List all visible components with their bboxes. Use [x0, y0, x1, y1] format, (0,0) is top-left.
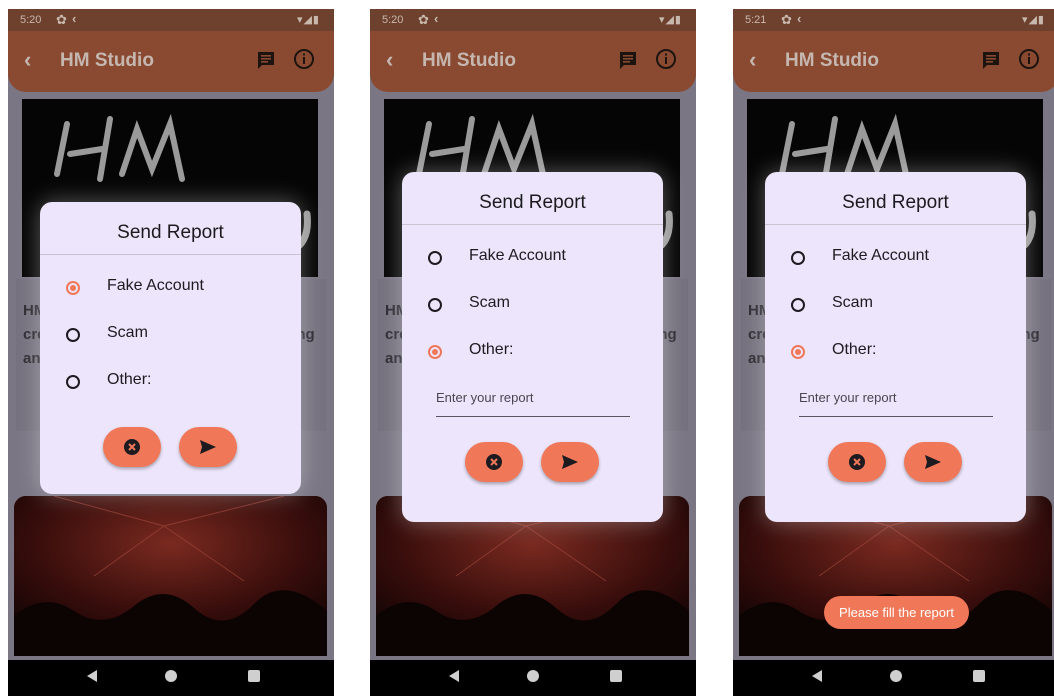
report-dialog: Send Report Fake Account Scam Other: [402, 172, 663, 522]
option-label: Fake Account [832, 247, 929, 264]
radio-unselected[interactable] [66, 375, 80, 389]
page-title: HM Studio [60, 50, 154, 71]
status-time: 5:21 [745, 14, 767, 26]
nav-recents-icon[interactable] [248, 670, 260, 682]
close-circle-icon [486, 454, 502, 470]
option-label: Scam [107, 324, 148, 341]
option-other[interactable]: Other: [66, 370, 286, 398]
option-label: Fake Account [469, 247, 566, 264]
nav-home-icon[interactable] [165, 670, 177, 682]
option-label: Other: [832, 341, 877, 358]
option-label: Fake Account [107, 277, 204, 294]
option-other[interactable]: Other: [791, 340, 1011, 368]
option-fake-account[interactable]: Fake Account [428, 246, 648, 274]
system-nav-bar [370, 660, 696, 696]
back-arrow-icon[interactable]: ‹ [749, 47, 756, 73]
send-button[interactable] [541, 442, 599, 482]
signal-battery-icon: ▾◢▮ [658, 14, 682, 26]
flutter-icon: ‹ [434, 11, 439, 26]
nav-home-icon[interactable] [890, 670, 902, 682]
settings-icon: ✿ [781, 12, 792, 27]
chat-icon[interactable] [618, 50, 638, 70]
option-scam[interactable]: Scam [428, 293, 648, 321]
nav-back-icon[interactable] [812, 670, 822, 682]
phone-screen-1: 5:20 ✿ ‹ ▾◢▮ ‹ HM Studio HM Studio is an… [8, 9, 334, 696]
status-time: 5:20 [382, 14, 404, 26]
option-fake-account[interactable]: Fake Account [791, 246, 1011, 274]
back-arrow-icon[interactable]: ‹ [24, 47, 31, 73]
radio-unselected[interactable] [791, 298, 805, 312]
report-dialog: Send Report Fake Account Scam Other: [765, 172, 1026, 522]
radio-unselected[interactable] [428, 251, 442, 265]
option-scam[interactable]: Scam [791, 293, 1011, 321]
status-bar: 5:20 ✿ ‹ ▾◢▮ [8, 9, 334, 31]
radio-unselected[interactable] [428, 298, 442, 312]
app-bar: ‹ HM Studio [370, 31, 696, 92]
info-icon[interactable] [1018, 48, 1040, 70]
report-text-field[interactable] [799, 388, 993, 417]
dialog-divider [40, 254, 301, 255]
report-dialog: Send Report Fake Account Scam Other: [40, 202, 301, 494]
concert-image [14, 496, 327, 656]
signal-battery-icon: ▾◢▮ [296, 14, 320, 26]
nav-recents-icon[interactable] [610, 670, 622, 682]
info-icon[interactable] [655, 48, 677, 70]
option-scam[interactable]: Scam [66, 323, 286, 351]
cancel-button[interactable] [103, 427, 161, 467]
send-button[interactable] [179, 427, 237, 467]
status-bar: 5:20 ✿ ‹ ▾◢▮ [370, 9, 696, 31]
dialog-divider [402, 224, 663, 225]
send-icon [925, 455, 941, 469]
send-button[interactable] [904, 442, 962, 482]
cancel-button[interactable] [828, 442, 886, 482]
app-bar: ‹ HM Studio [733, 31, 1054, 92]
back-arrow-icon[interactable]: ‹ [386, 47, 393, 73]
option-label: Scam [832, 294, 873, 311]
info-icon[interactable] [293, 48, 315, 70]
settings-icon: ✿ [56, 12, 67, 27]
system-nav-bar [733, 660, 1054, 696]
nav-back-icon[interactable] [87, 670, 97, 682]
option-label: Other: [107, 371, 152, 388]
option-label: Scam [469, 294, 510, 311]
phone-screen-3: 5:21 ✿ ‹ ▾◢▮ ‹ HM Studio HM Studio is an… [733, 9, 1054, 696]
flutter-icon: ‹ [797, 11, 802, 26]
nav-back-icon[interactable] [449, 670, 459, 682]
radio-selected[interactable] [791, 345, 805, 359]
chat-icon[interactable] [981, 50, 1001, 70]
signal-battery-icon: ▾◢▮ [1021, 14, 1045, 26]
report-input[interactable] [799, 390, 989, 405]
phone-screen-2: 5:20 ✿ ‹ ▾◢▮ ‹ HM Studio HM Studio is an… [370, 9, 696, 696]
status-bar: 5:21 ✿ ‹ ▾◢▮ [733, 9, 1054, 31]
close-circle-icon [849, 454, 865, 470]
app-bar: ‹ HM Studio [8, 31, 334, 92]
close-circle-icon [124, 439, 140, 455]
status-time: 5:20 [20, 14, 42, 26]
system-nav-bar [8, 660, 334, 696]
option-other[interactable]: Other: [428, 340, 648, 368]
option-fake-account[interactable]: Fake Account [66, 276, 286, 304]
option-label: Other: [469, 341, 514, 358]
nav-home-icon[interactable] [527, 670, 539, 682]
page-title: HM Studio [422, 50, 516, 71]
chat-icon[interactable] [256, 50, 276, 70]
cancel-button[interactable] [465, 442, 523, 482]
report-text-field[interactable] [436, 388, 630, 417]
send-icon [562, 455, 578, 469]
dialog-divider [765, 224, 1026, 225]
settings-icon: ✿ [418, 12, 429, 27]
radio-unselected[interactable] [791, 251, 805, 265]
radio-unselected[interactable] [66, 328, 80, 342]
radio-selected[interactable] [428, 345, 442, 359]
dialog-title: Send Report [479, 192, 586, 213]
dialog-title: Send Report [842, 192, 949, 213]
radio-selected[interactable] [66, 281, 80, 295]
nav-recents-icon[interactable] [973, 670, 985, 682]
dialog-title: Send Report [117, 222, 224, 243]
send-icon [200, 440, 216, 454]
page-title: HM Studio [785, 50, 879, 71]
report-input[interactable] [436, 390, 626, 405]
validation-toast: Please fill the report [824, 596, 969, 629]
flutter-icon: ‹ [72, 11, 77, 26]
